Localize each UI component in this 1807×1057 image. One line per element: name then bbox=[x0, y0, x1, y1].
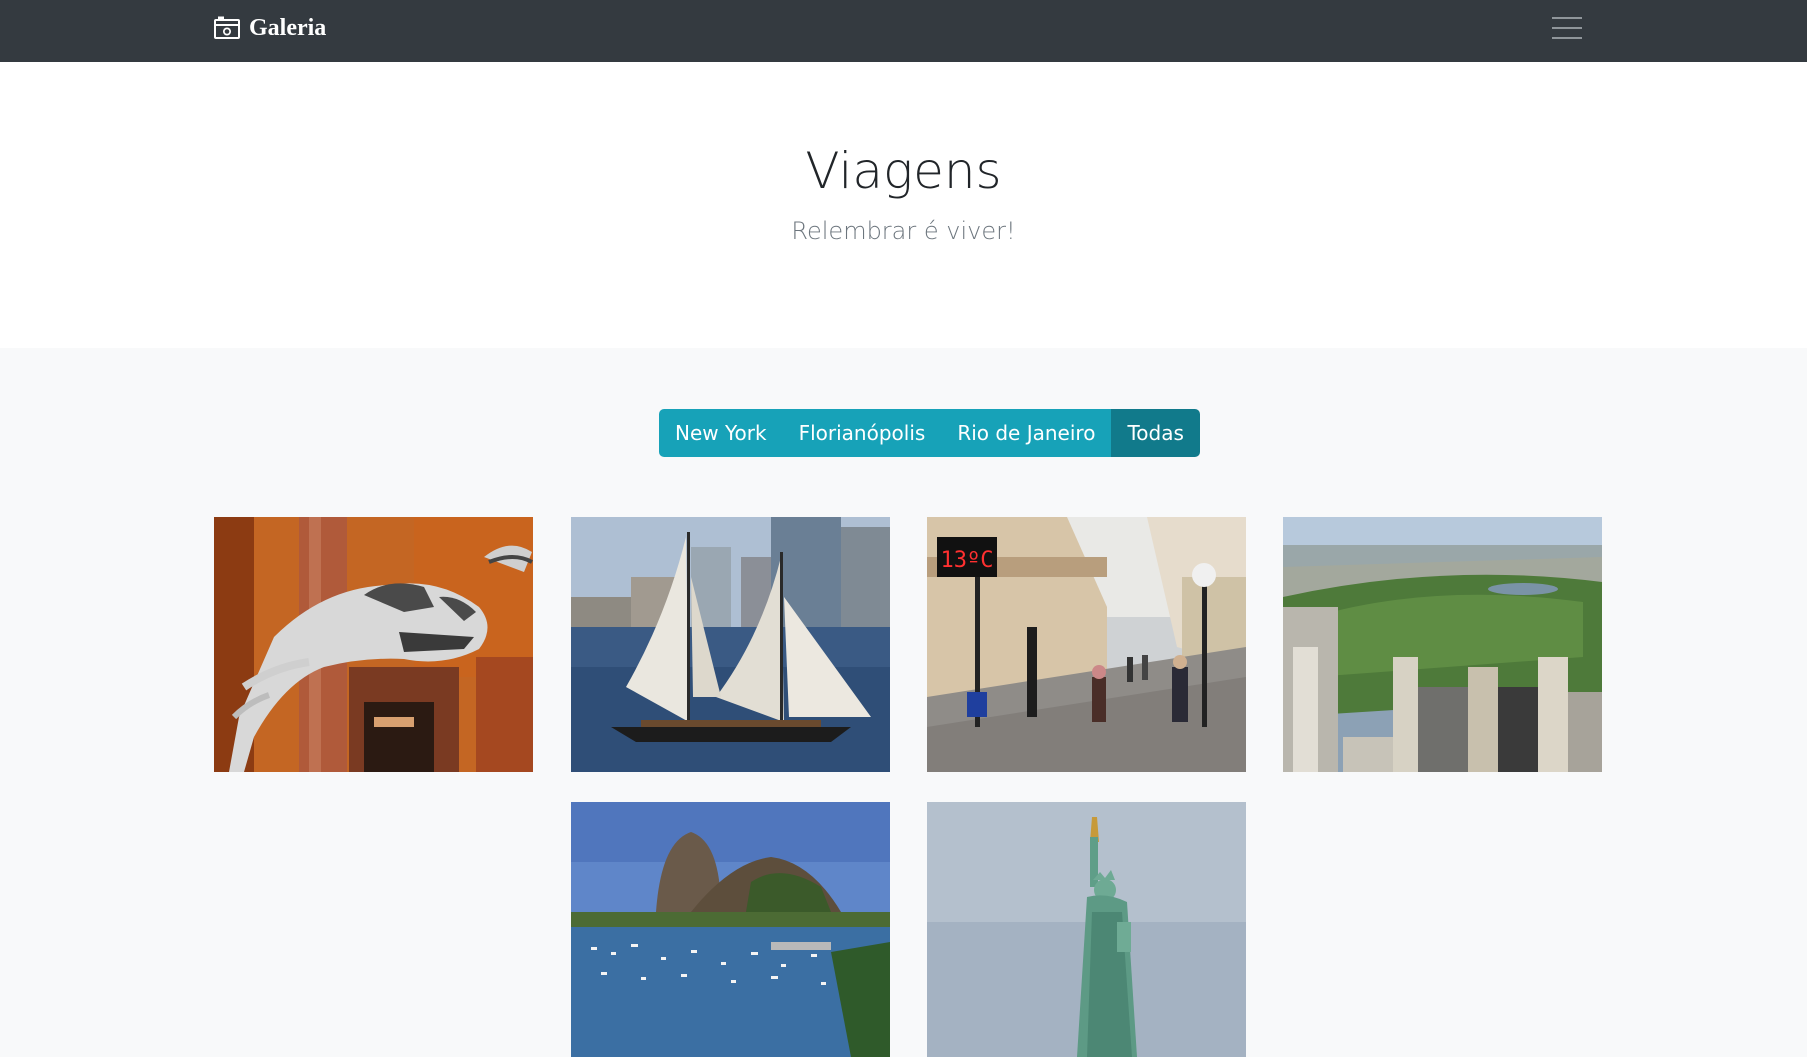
central-park-aerial-image bbox=[1283, 517, 1602, 772]
photo-sailboat[interactable] bbox=[571, 517, 890, 772]
brand-title: Galeria bbox=[249, 14, 327, 41]
hamburger-menu-icon bbox=[1552, 17, 1582, 19]
filter-new-york-button[interactable]: New York bbox=[659, 409, 783, 457]
statue-of-liberty-image bbox=[927, 802, 1246, 1057]
sugarloaf-mountain-image bbox=[571, 802, 890, 1057]
filter-todas-button[interactable]: Todas bbox=[1111, 409, 1200, 457]
page-subtitle: Relembrar é viver! bbox=[791, 217, 1016, 245]
filter-florianopolis-button[interactable]: Florianópolis bbox=[782, 409, 942, 457]
navbar: Galeria bbox=[0, 0, 1807, 62]
brand-link[interactable]: Galeria bbox=[213, 13, 326, 43]
navbar-toggler-button[interactable] bbox=[1545, 10, 1589, 46]
dinosaur-skeleton-image bbox=[214, 517, 533, 772]
page-title: Viagens bbox=[805, 142, 1002, 200]
photo-statue-of-liberty[interactable] bbox=[927, 802, 1246, 1057]
filter-button-group: New York Florianópolis Rio de Janeiro To… bbox=[659, 409, 1200, 457]
filter-rio-de-janeiro-button[interactable]: Rio de Janeiro bbox=[941, 409, 1112, 457]
photo-sugarloaf-mountain[interactable] bbox=[571, 802, 890, 1057]
photo-dinosaur-skeleton[interactable] bbox=[214, 517, 533, 772]
thermometer-readout: 13ºC bbox=[941, 548, 994, 573]
camera-icon bbox=[214, 16, 240, 39]
street-thermometer-image: 13ºC bbox=[927, 517, 1246, 772]
hero-section: Viagens Relembrar é viver! bbox=[0, 62, 1807, 348]
sailboat-image bbox=[571, 517, 890, 772]
photo-central-park-aerial[interactable] bbox=[1283, 517, 1602, 772]
photo-street-thermometer[interactable]: 13ºC bbox=[927, 517, 1246, 772]
